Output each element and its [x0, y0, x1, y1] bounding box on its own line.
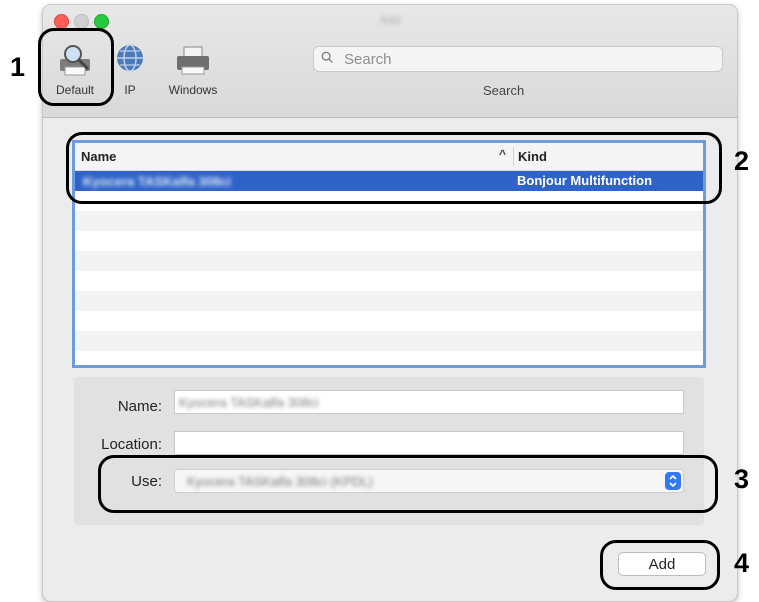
list-item: [75, 251, 703, 271]
location-label: Location:: [101, 436, 162, 453]
name-label: Name:: [117, 398, 162, 415]
ip-tool-button[interactable]: IP: [115, 43, 145, 97]
globe-icon: [115, 43, 145, 79]
location-field[interactable]: [174, 431, 684, 455]
callout-number-1: 1: [10, 52, 26, 82]
window-title: Add: [379, 13, 401, 27]
callout-use: [98, 455, 718, 513]
list-item: [75, 211, 703, 231]
callout-number-4: 4: [734, 548, 750, 578]
windows-tool-button[interactable]: Windows: [161, 43, 225, 97]
callout-number-3: 3: [734, 464, 750, 494]
callout-default: [38, 28, 114, 106]
callout-add: [600, 540, 720, 590]
callout-printer-row: [66, 132, 722, 204]
search-field[interactable]: [313, 46, 723, 72]
name-field-value: Kyocera TASKalfa 308ci: [179, 395, 319, 410]
toolbar: Add Default IP Windows Search Search: [43, 5, 737, 118]
search-icon: [321, 51, 333, 63]
search-caption: Search: [483, 83, 525, 98]
windows-tool-label: Windows: [168, 83, 218, 97]
windows-printer-icon: [174, 43, 212, 79]
ip-tool-label: IP: [124, 83, 136, 97]
list-item: [75, 291, 703, 311]
name-field[interactable]: Kyocera TASKalfa 308ci: [174, 390, 684, 414]
callout-number-2: 2: [734, 146, 750, 176]
search-input[interactable]: [342, 50, 706, 69]
list-item: [75, 331, 703, 351]
